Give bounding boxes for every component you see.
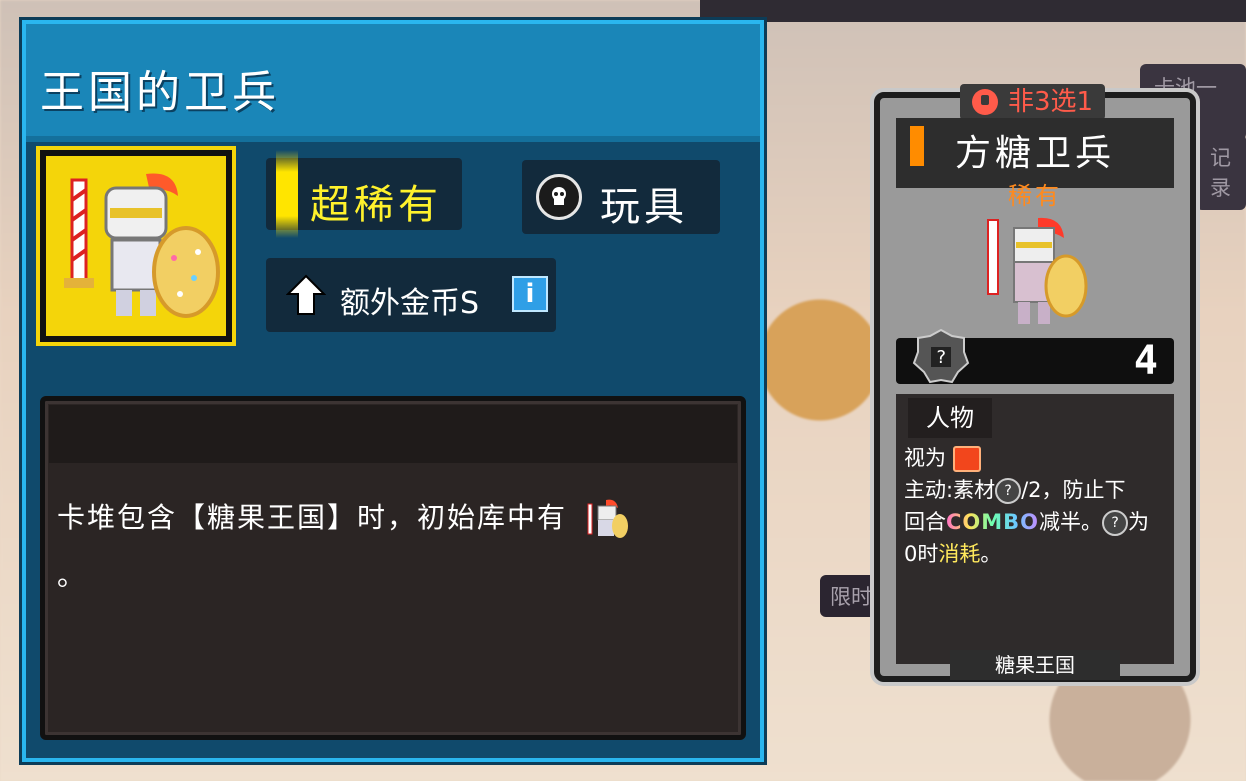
rarity-bar bbox=[276, 150, 298, 238]
card-preview[interactable]: 非3选1 方糖卫兵 稀有 ? 4 人物 视为 主动:素材?/2，防止下 回合CO… bbox=[874, 84, 1196, 682]
background-tab-record[interactable]: 记录 bbox=[1196, 134, 1246, 210]
effect-active-g: 。 bbox=[980, 542, 1002, 566]
sugar-guard-icon bbox=[587, 499, 628, 538]
card-effect-text: 视为 主动:素材?/2，防止下 回合COMBO减半。? 为 0时消耗。 bbox=[904, 442, 1166, 570]
cost-icon-label: ? bbox=[936, 347, 947, 368]
perk-tag[interactable]: 额外金币S i bbox=[266, 258, 556, 332]
card-rarity: 稀有 bbox=[1008, 182, 1062, 210]
description-text: 卡堆包含【糖果王国】时，初始库中有 。 bbox=[57, 489, 711, 605]
portrait-frame bbox=[36, 146, 236, 346]
effect-view: 视为 bbox=[904, 446, 946, 470]
card-footer-set: 糖果王国 bbox=[950, 650, 1120, 680]
description-header-strip bbox=[49, 405, 737, 463]
perk-label: 额外金币S bbox=[340, 286, 480, 321]
pick-badge: 非3选1 bbox=[960, 84, 1106, 120]
skull-icon bbox=[536, 174, 582, 220]
effect-active-a: 主动:素材 bbox=[904, 478, 996, 502]
description-part1: 卡堆包含【糖果王国】时，初始库中有 bbox=[57, 501, 568, 534]
background-limit-label: 限时 bbox=[820, 575, 882, 617]
rarity-tag: 超稀有 bbox=[266, 150, 462, 238]
red-block-icon bbox=[952, 446, 981, 472]
card-body: 人物 视为 主动:素材?/2，防止下 回合COMBO减半。? 为 0时消耗。 bbox=[896, 394, 1174, 664]
cost-bar: ? 4 bbox=[896, 328, 1174, 384]
info-icon[interactable]: i bbox=[512, 276, 548, 312]
card-category: 人物 bbox=[908, 398, 992, 438]
card-art-knight-icon bbox=[987, 217, 1088, 324]
pick-badge-label: 非3选1 bbox=[1008, 87, 1094, 117]
type-tag: 玩具 bbox=[522, 160, 720, 234]
detail-panel: 王国的卫兵 超稀有 玩具 额外金币S i 卡堆包含【糖果王国】时，初始库中有 。 bbox=[22, 20, 764, 762]
question-gear-icon: ? bbox=[912, 328, 970, 384]
effect-active-b: /2，防止下 bbox=[1021, 478, 1126, 502]
combo-text: COMBO bbox=[946, 510, 1040, 534]
rarity-label: 超稀有 bbox=[310, 182, 442, 228]
type-label: 玩具 bbox=[600, 184, 688, 230]
card-name: 方糖卫兵 bbox=[954, 133, 1115, 174]
description-part2: 。 bbox=[57, 559, 88, 592]
description-box: 卡堆包含【糖果王国】时，初始库中有 。 bbox=[40, 396, 746, 740]
effect-active-f: 0时 bbox=[904, 542, 939, 566]
question-icon: ? bbox=[1102, 510, 1129, 536]
effect-active-e: 为 bbox=[1128, 510, 1150, 534]
cost-value: 4 bbox=[1133, 338, 1158, 384]
knight-icon bbox=[64, 173, 220, 318]
question-icon: ? bbox=[995, 478, 1022, 504]
panel-header: 王国的卫兵 bbox=[26, 24, 760, 142]
consume-keyword: 消耗 bbox=[938, 542, 981, 566]
up-arrow-icon bbox=[286, 274, 326, 315]
effect-active-d: 减半。 bbox=[1039, 510, 1103, 534]
background-top-bar bbox=[700, 0, 1246, 22]
effect-active-c: 回合 bbox=[904, 510, 946, 534]
page-title: 王国的卫兵 bbox=[40, 67, 280, 118]
lock-icon bbox=[972, 89, 998, 115]
